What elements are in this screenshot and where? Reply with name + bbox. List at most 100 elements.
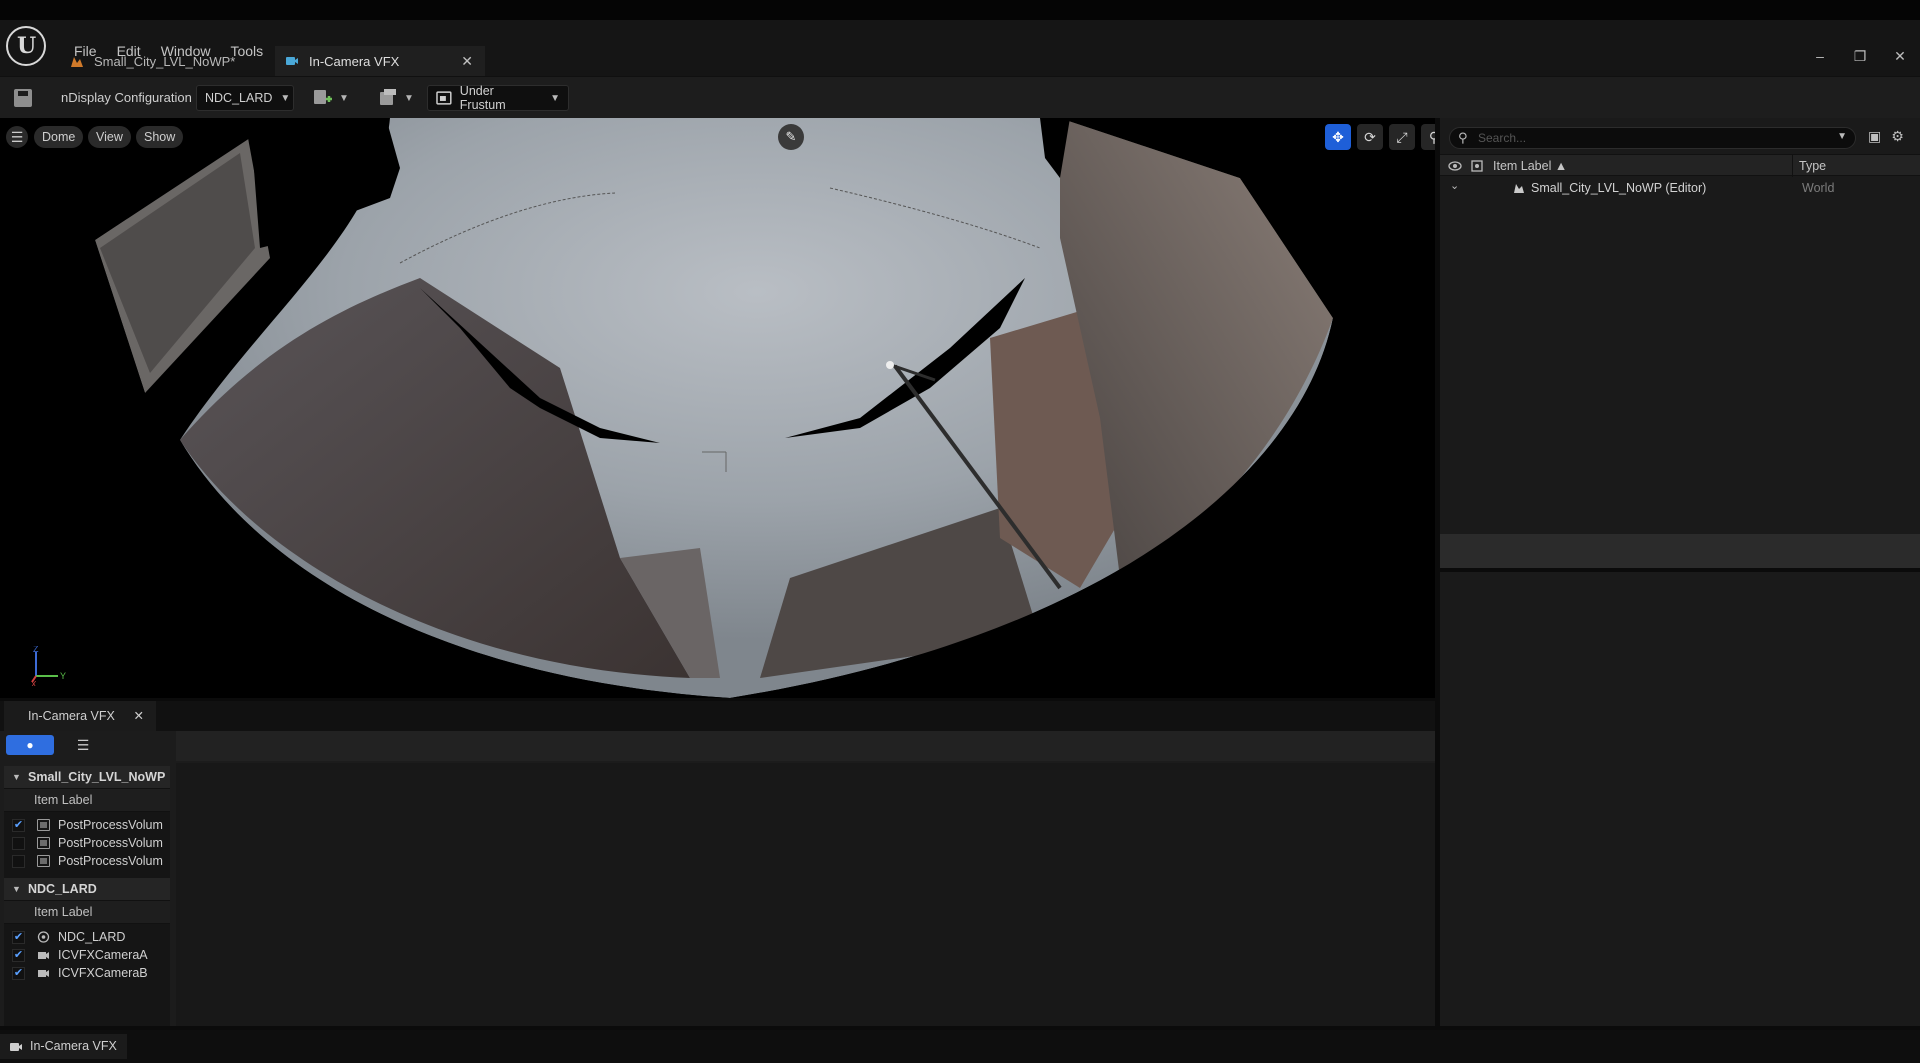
outliner-search: ⚲ ▼ <box>1449 127 1856 149</box>
visibility-checkbox[interactable] <box>12 855 25 868</box>
list-item-label: PostProcessVolum <box>58 836 163 850</box>
outliner-tools: ▣ ⚙ <box>1868 128 1904 145</box>
dome-button[interactable]: Dome <box>34 126 84 148</box>
scale-icon[interactable]: ⤢ <box>1389 124 1415 150</box>
visibility-checkbox[interactable]: ✔ <box>12 819 25 832</box>
tab-level[interactable]: Small_City_LVL_NoWP* <box>60 46 270 76</box>
column-divider[interactable] <box>1792 155 1793 177</box>
tab-icvfx-panel-label: In-Camera VFX <box>28 709 115 723</box>
expand-chevron-icon[interactable]: ⌄ <box>1450 179 1459 192</box>
show-button[interactable]: Show <box>136 126 184 148</box>
visibility-checkbox[interactable]: ✔ <box>12 967 25 980</box>
ndisplay-config-dropdown[interactable]: NDC_LARD ▼ <box>196 85 294 111</box>
list-item[interactable]: ✔ ICVFXCameraA <box>4 946 170 964</box>
icvfx-icon <box>10 1043 22 1051</box>
ndisplay-root-icon <box>37 931 50 943</box>
outliner-row-label: Small_City_LVL_NoWP (Editor) <box>1531 181 1707 195</box>
visibility-checkbox[interactable]: ✔ <box>12 931 25 944</box>
list-item[interactable]: PostProcessVolum <box>4 834 170 852</box>
list-item-label: PostProcessVolum <box>58 854 163 868</box>
viewport-options-button[interactable]: ☰ <box>6 126 28 148</box>
outliner-header: Item Label ▲ Type <box>1440 154 1920 177</box>
axis-z-label: Z <box>33 646 39 654</box>
icvfx-right-body <box>176 763 1435 1026</box>
outliner-col-type[interactable]: Type <box>1799 159 1826 173</box>
list-item[interactable]: PostProcessVolum <box>4 852 170 870</box>
chevron-down-icon[interactable]: ▼ <box>1837 131 1847 142</box>
list-item[interactable]: ✔ NDC_LARD <box>4 928 170 946</box>
frustum-value: Under Frustum <box>459 84 506 112</box>
gear-icon[interactable]: ⚙ <box>1891 128 1904 145</box>
tab-in-camera-vfx[interactable]: In-Camera VFX ✕ <box>275 46 485 76</box>
tab-icvfx-panel[interactable]: In-Camera VFX ✕ <box>4 701 156 731</box>
list-item-label: PostProcessVolum <box>58 818 163 832</box>
close-tab-icon[interactable]: ✕ <box>134 701 144 731</box>
camera-icon <box>38 952 49 959</box>
icvfx-panel: ● ☰ ▼ Small_City_LVL_NoWP Item Label ✔ P… <box>0 731 1435 1026</box>
post-process-volume-icon <box>37 837 50 849</box>
minimize-button[interactable]: – <box>1800 42 1840 70</box>
group-col-header[interactable]: Item Label <box>4 788 170 812</box>
blueprint-icon <box>380 89 396 105</box>
level-map-icon <box>1514 184 1524 193</box>
settings-sliders-icon[interactable]: ☰ <box>70 735 96 755</box>
outliner-col-item-label[interactable]: Item Label ▲ <box>1493 159 1567 173</box>
outliner-footer <box>1440 534 1920 568</box>
viewport[interactable]: ☰ Dome View Show ✎ ✥ ⟳ ⤢ ⚲ Z Y X <box>0 118 1435 698</box>
outliner-row-type: World <box>1802 181 1835 195</box>
axis-gizmo: Z Y X <box>31 646 66 686</box>
lightcard-mode-button[interactable]: ● <box>6 735 54 755</box>
edit-pencil-icon[interactable]: ✎ <box>778 124 804 150</box>
icvfx-object-list: ▼ Small_City_LVL_NoWP Item Label ✔ PostP… <box>4 766 170 1026</box>
close-window-button[interactable]: ✕ <box>1880 42 1920 70</box>
status-tab-icvfx[interactable]: In-Camera VFX <box>0 1034 127 1059</box>
screen-top-strip <box>0 0 1920 20</box>
tab-in-camera-vfx-label: In-Camera VFX <box>309 53 400 69</box>
add-actor-icon <box>314 90 332 104</box>
window-controls: – ❐ ✕ <box>1800 42 1920 70</box>
frustum-icon <box>436 91 452 105</box>
rotate-icon[interactable]: ⟳ <box>1357 124 1383 150</box>
restore-button[interactable]: ❐ <box>1840 42 1880 70</box>
list-item-label: ICVFXCameraA <box>58 948 148 962</box>
add-folder-icon[interactable]: ▣ <box>1868 128 1881 145</box>
ndisplay-config-value: NDC_LARD <box>205 91 273 105</box>
outliner-row-world[interactable]: ⌄ Small_City_LVL_NoWP (Editor) World <box>1440 177 1920 199</box>
world-outliner: ⚲ ▼ ▣ ⚙ Item Label ▲ Type ⌄ Small_City_L… <box>1440 118 1920 534</box>
view-button[interactable]: View <box>88 126 131 148</box>
visibility-checkbox[interactable]: ✔ <box>12 949 25 962</box>
group-header-ndisplay[interactable]: ▼ NDC_LARD <box>4 878 170 900</box>
unreal-logo[interactable]: U <box>6 26 46 66</box>
status-tab-label: In-Camera VFX <box>30 1039 117 1053</box>
search-icon: ⚲ <box>1458 130 1468 145</box>
visibility-checkbox[interactable] <box>12 837 25 850</box>
camera-icon <box>38 970 49 977</box>
list-item[interactable]: ✔ PostProcessVolum <box>4 816 170 834</box>
group-header-level[interactable]: ▼ Small_City_LVL_NoWP <box>4 766 170 788</box>
surface-snap-icon[interactable]: ⚲ <box>1421 124 1435 150</box>
frustum-dropdown[interactable]: Under Frustum ▼ <box>427 84 569 112</box>
icvfx-mode-buttons: ● ☰ <box>6 735 96 755</box>
add-actor-button[interactable]: ▼ <box>313 87 349 109</box>
translate-icon[interactable]: ✥ <box>1325 124 1351 150</box>
blueprint-button[interactable]: ▼ <box>378 87 414 109</box>
list-item-label: NDC_LARD <box>58 930 126 944</box>
axis-x-label: X <box>31 680 37 686</box>
collapse-triangle-icon[interactable]: ▼ <box>12 766 21 788</box>
group-col-header[interactable]: Item Label <box>4 900 170 924</box>
outliner-search-input[interactable] <box>1478 129 1818 147</box>
icvfx-tabbar: In-Camera VFX ✕ <box>0 701 1435 731</box>
visibility-eye-icon[interactable] <box>1448 160 1462 172</box>
post-process-volume-icon <box>37 855 50 867</box>
collapse-triangle-icon[interactable]: ▼ <box>12 878 21 900</box>
chevron-down-icon: ▼ <box>339 92 349 104</box>
close-tab-icon[interactable]: ✕ <box>461 53 473 70</box>
group-name: Small_City_LVL_NoWP <box>28 770 166 784</box>
status-bar: In-Camera VFX <box>0 1030 1920 1063</box>
list-item[interactable]: ✔ ICVFXCameraB <box>4 964 170 982</box>
group-name: NDC_LARD <box>28 882 97 896</box>
save-icon[interactable] <box>14 89 32 107</box>
pin-icon[interactable] <box>1470 160 1484 172</box>
chevron-down-icon: ▼ <box>550 92 560 104</box>
icvfx-right-header <box>176 731 1435 761</box>
